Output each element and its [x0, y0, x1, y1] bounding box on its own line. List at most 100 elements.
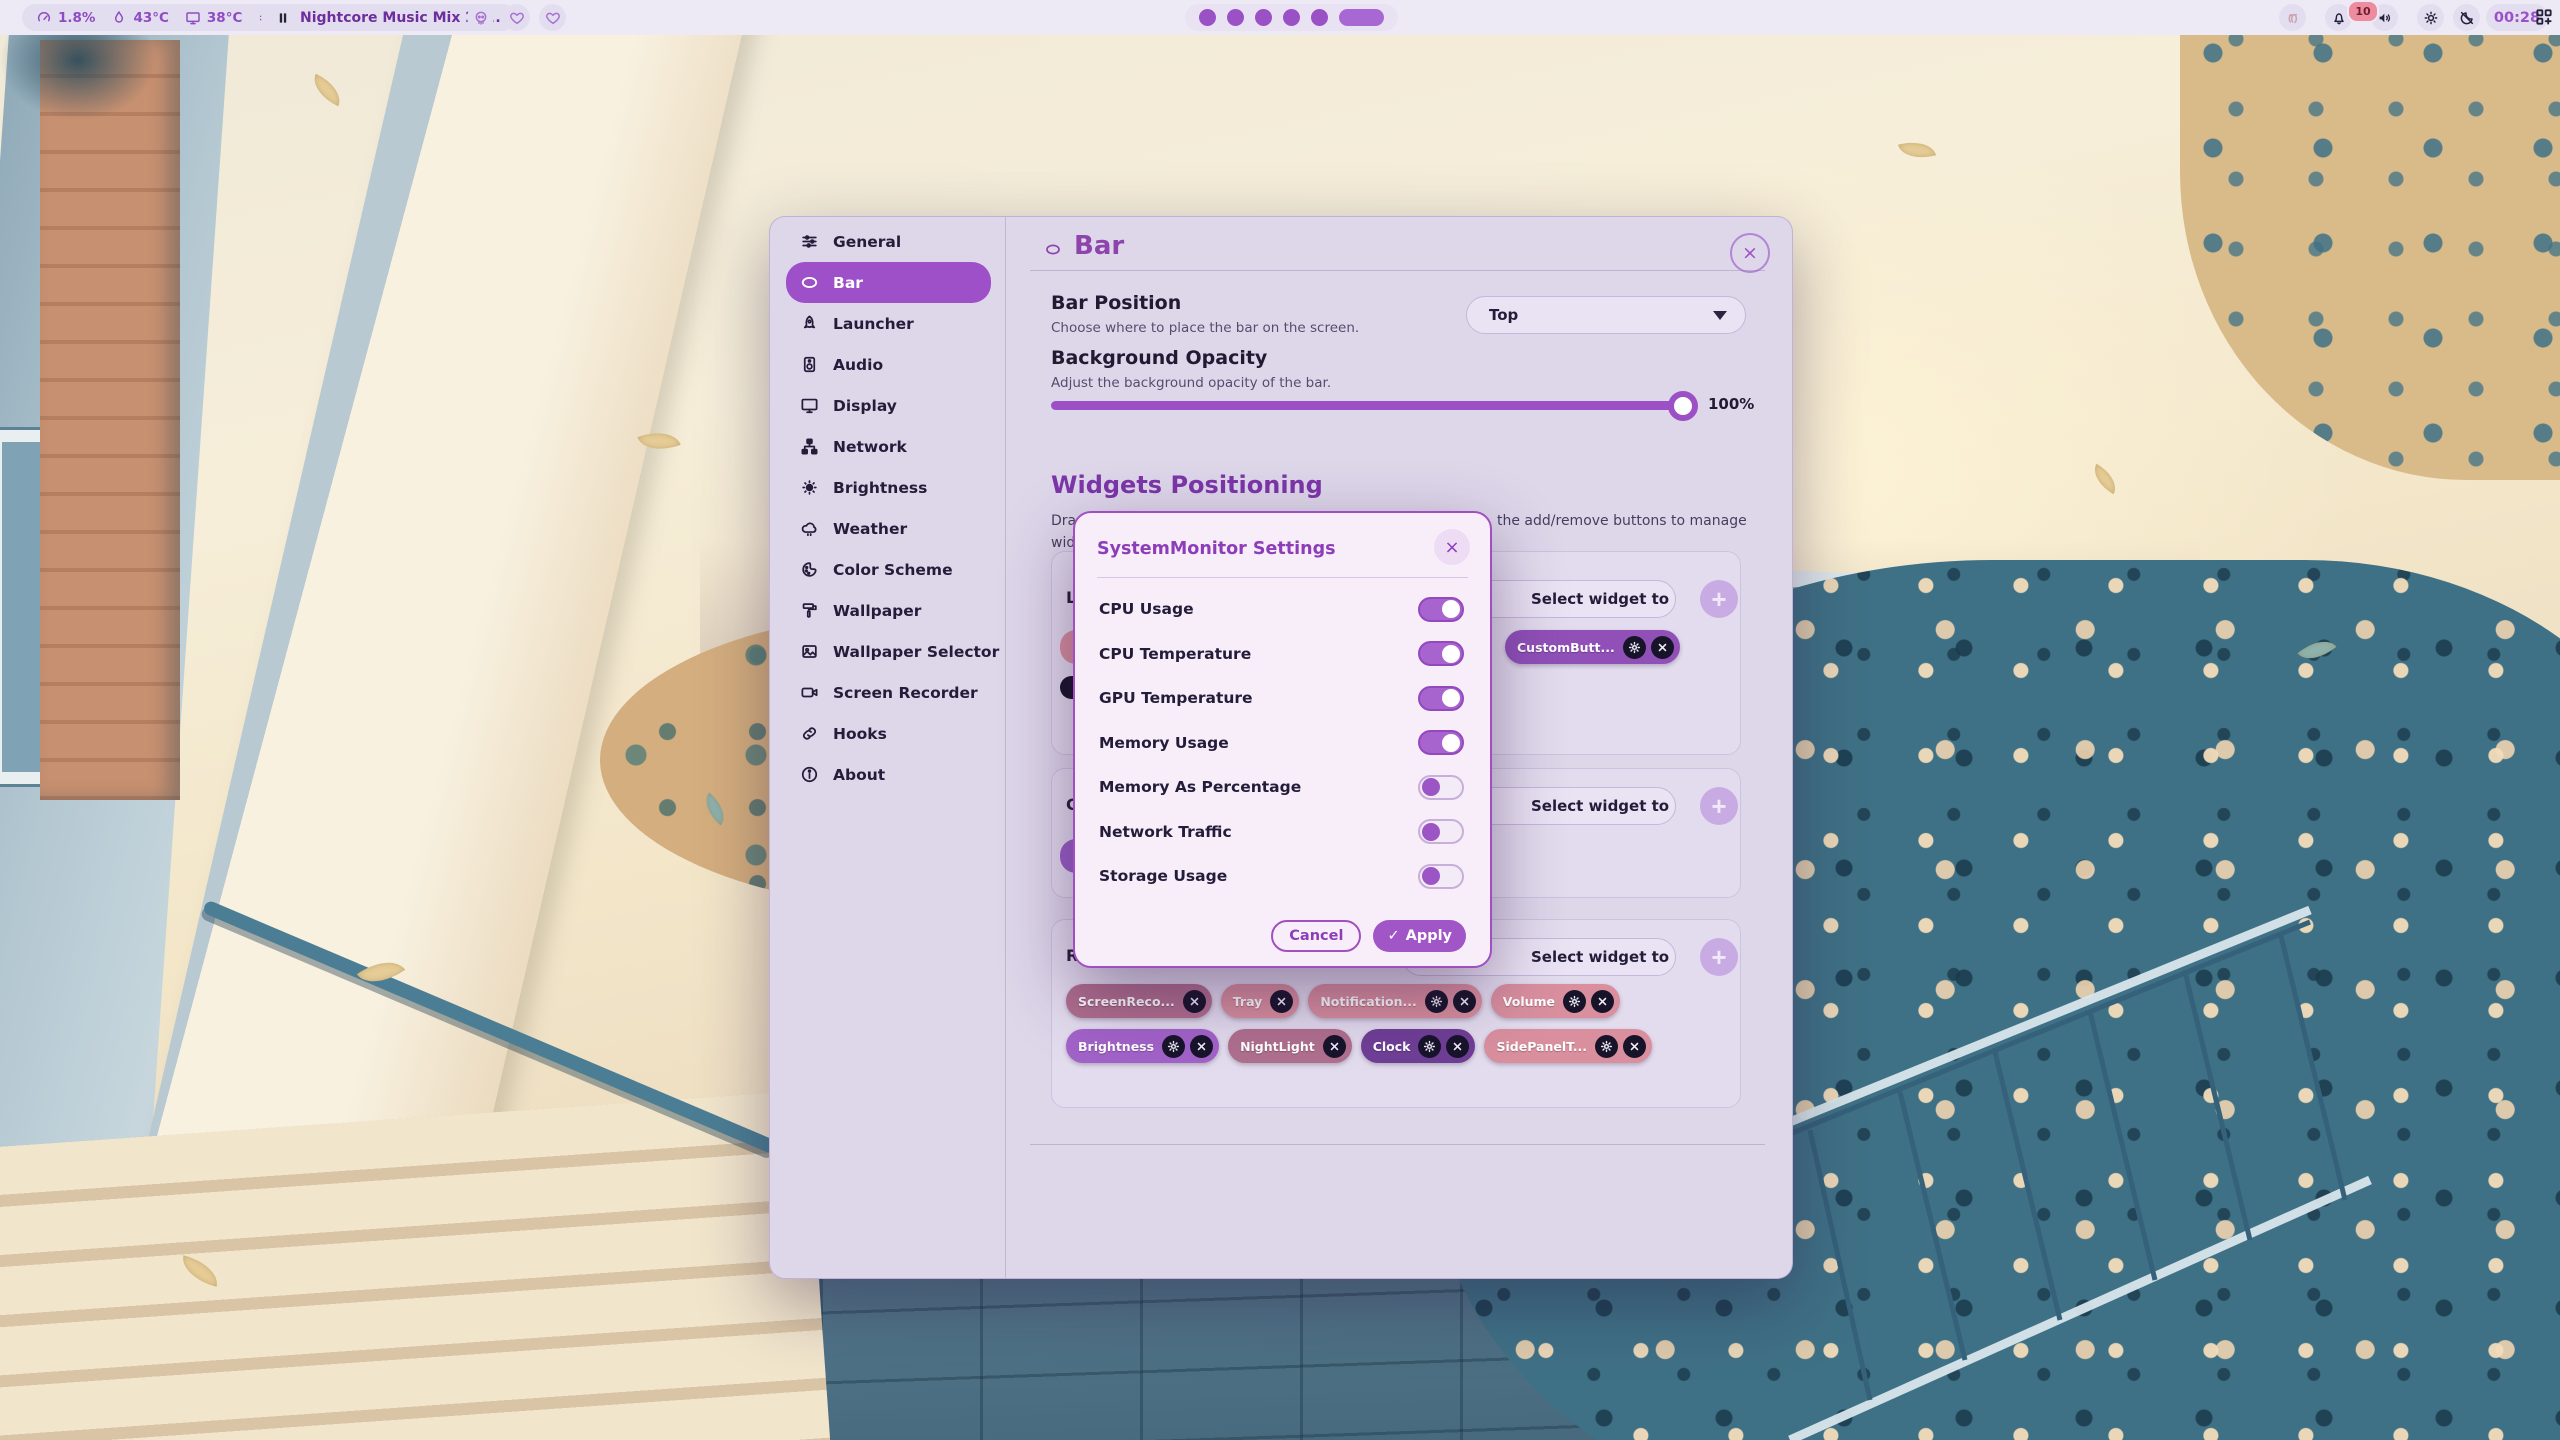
gear-icon	[1430, 995, 1443, 1008]
quick-button-heart-icon[interactable]	[503, 4, 530, 31]
toggle-memory-usage[interactable]	[1418, 730, 1464, 755]
widget-chip[interactable]: Notification...	[1308, 984, 1481, 1018]
system-stat: 1.8%	[36, 10, 95, 26]
brightness-button[interactable]	[2417, 4, 2444, 31]
widget-chip[interactable]: Volume	[1491, 984, 1620, 1018]
chip-settings-button[interactable]	[1595, 1035, 1618, 1058]
toggle-memory-as-percentage[interactable]	[1418, 775, 1464, 800]
widget-chip[interactable]: Brightness	[1066, 1029, 1219, 1063]
wallpaper-stairs	[0, 1090, 832, 1440]
workspace-dot[interactable]	[1199, 9, 1216, 26]
notifications-badge: 10	[2347, 0, 2379, 23]
toggle-knob	[1422, 778, 1440, 796]
chip-remove-button[interactable]	[1183, 990, 1206, 1013]
toggle-row: CPU Usage	[1075, 587, 1490, 632]
chip-settings-button[interactable]	[1563, 990, 1586, 1013]
apps-grid-icon[interactable]	[2534, 7, 2554, 27]
quick-button-skull-icon[interactable]	[467, 4, 494, 31]
toggle-network-traffic[interactable]	[1418, 819, 1464, 844]
modal-title: SystemMonitor Settings	[1097, 539, 1336, 559]
widget-chip[interactable]: NightLight	[1228, 1029, 1352, 1063]
chip-settings-button[interactable]	[1623, 636, 1646, 659]
background-opacity-description: Adjust the background opacity of the bar…	[1051, 375, 1331, 391]
workspace-dot[interactable]	[1311, 9, 1328, 26]
close-icon	[1458, 995, 1471, 1008]
opacity-value: 100%	[1708, 395, 1754, 413]
chip-remove-button[interactable]	[1323, 1035, 1346, 1058]
wallpaper-vine-shadow	[0, 0, 260, 300]
widget-chip-label: Volume	[1503, 994, 1558, 1009]
chip-settings-button[interactable]	[1425, 990, 1448, 1013]
chip-remove-button[interactable]	[1651, 636, 1674, 659]
chip-remove-button[interactable]	[1190, 1035, 1213, 1058]
bar-position-label: Bar Position	[1051, 292, 1181, 314]
systemmonitor-settings-modal: SystemMonitor Settings × CPU Usage CPU T…	[1073, 511, 1492, 968]
heart-icon	[509, 10, 525, 26]
workspace-dot[interactable]	[1227, 9, 1244, 26]
pause-icon	[276, 11, 290, 25]
chip-remove-button[interactable]	[1591, 990, 1614, 1013]
toggle-knob	[1442, 645, 1460, 663]
toggle-knob	[1442, 689, 1460, 707]
close-icon	[1275, 995, 1288, 1008]
add-widget-button[interactable]: +	[1700, 580, 1738, 618]
workspaces-pill[interactable]	[1185, 4, 1398, 31]
chip-remove-button[interactable]	[1270, 990, 1293, 1013]
toggle-knob	[1422, 867, 1440, 885]
add-widget-button[interactable]: +	[1700, 787, 1738, 825]
toggle-row: Network Traffic	[1075, 810, 1490, 855]
toggle-knob	[1422, 823, 1440, 841]
widgets-description-fragment: wid	[1051, 535, 1075, 551]
widget-chip[interactable]: ScreenReco...	[1066, 984, 1212, 1018]
widget-chip[interactable]: Tray	[1221, 984, 1300, 1018]
widget-chip-label: CustomButt...	[1517, 640, 1618, 655]
opacity-slider-knob[interactable]	[1668, 391, 1698, 421]
close-icon	[1188, 995, 1201, 1008]
toggle-label: CPU Temperature	[1099, 645, 1251, 663]
add-widget-button[interactable]: +	[1700, 938, 1738, 976]
sun-icon	[2423, 10, 2439, 26]
toggle-storage-usage[interactable]	[1418, 864, 1464, 889]
widget-chip[interactable]: Clock	[1361, 1029, 1476, 1063]
toggle-list: CPU Usage CPU Temperature GPU Temperatur…	[1075, 587, 1490, 899]
nightlight-icon	[2459, 10, 2475, 26]
modal-close-button[interactable]: ×	[1434, 529, 1470, 565]
system-stat: 43°C	[111, 10, 168, 26]
widgets-description-fragment: the add/remove buttons to manage	[1497, 513, 1747, 529]
apply-button[interactable]: ✓ Apply	[1373, 920, 1466, 952]
chip-remove-button[interactable]	[1446, 1035, 1469, 1058]
workspace-active[interactable]	[1339, 9, 1384, 26]
cancel-button[interactable]: Cancel	[1271, 920, 1361, 952]
workspace-dot[interactable]	[1255, 9, 1272, 26]
toggle-cpu-usage[interactable]	[1418, 597, 1464, 622]
stat-value: 1.8%	[58, 10, 95, 26]
chip-settings-button[interactable]	[1418, 1035, 1441, 1058]
toggle-label: Network Traffic	[1099, 823, 1232, 841]
widget-chip[interactable]: SidePanelT...	[1484, 1029, 1652, 1063]
toggle-gpu-temperature[interactable]	[1418, 686, 1464, 711]
toggle-label: Memory Usage	[1099, 734, 1229, 752]
toggle-row: Storage Usage	[1075, 854, 1490, 899]
gear-icon	[1423, 1040, 1436, 1053]
workspace-dot[interactable]	[1283, 9, 1300, 26]
quick-button-heart-icon[interactable]	[539, 4, 566, 31]
chip-remove-button[interactable]	[1453, 990, 1476, 1013]
bar-position-dropdown[interactable]: Top	[1466, 296, 1746, 334]
toggle-cpu-temperature[interactable]	[1418, 641, 1464, 666]
nightlight-button[interactable]	[2453, 4, 2480, 31]
chip-remove-button[interactable]	[1623, 1035, 1646, 1058]
bar-page-icon	[1041, 241, 1065, 258]
gauge-icon	[36, 10, 52, 26]
chip-settings-button[interactable]	[1162, 1035, 1185, 1058]
tray-app-button[interactable]	[2279, 4, 2306, 31]
gear-icon	[1600, 1040, 1613, 1053]
toggle-label: GPU Temperature	[1099, 689, 1253, 707]
gear-icon	[1167, 1040, 1180, 1053]
toggle-knob	[1442, 600, 1460, 618]
bar-position-description: Choose where to place the bar on the scr…	[1051, 320, 1359, 336]
bar-position-value: Top	[1489, 306, 1518, 324]
window-close-button[interactable]: ×	[1730, 233, 1770, 273]
widget-chip[interactable]: CustomButt...	[1505, 630, 1680, 664]
opacity-slider-track[interactable]	[1051, 401, 1691, 410]
toggle-label: CPU Usage	[1099, 600, 1194, 618]
